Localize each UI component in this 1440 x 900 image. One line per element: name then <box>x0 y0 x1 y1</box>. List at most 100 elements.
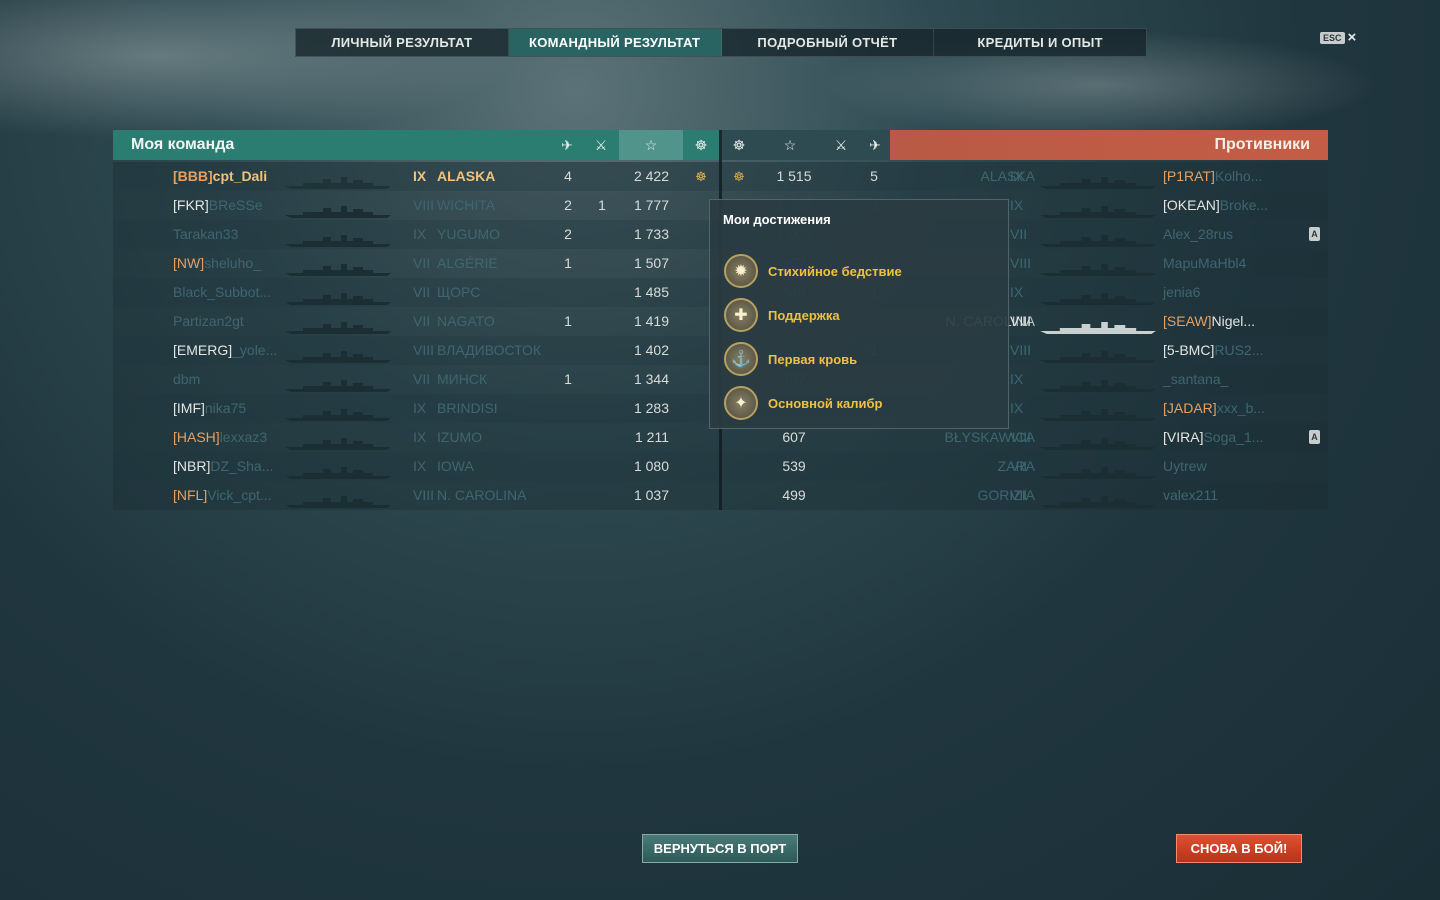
my-team-title: Моя команда <box>131 136 235 153</box>
battle-again-button[interactable]: СНОВА В БОЙ! <box>1176 834 1302 863</box>
planes-count <box>561 394 575 423</box>
kills-count <box>595 162 609 191</box>
enemy-team-title: Противники <box>1214 136 1311 153</box>
my-team-header: Моя команда ✈ ⚔ ☆ ☸ <box>113 130 719 160</box>
ship-tier: IX <box>413 429 427 445</box>
clan-tag: [5-BMC] <box>1163 342 1215 358</box>
player-name: [SEAW]Nigel... <box>1163 307 1255 336</box>
kills-count <box>595 336 609 365</box>
division-badge: A <box>1309 430 1320 444</box>
clan-tag: [NBR] <box>173 458 211 474</box>
tab-personal-result[interactable]: ЛИЧНЫЙ РЕЗУЛЬТАТ <box>296 29 509 56</box>
tab-detailed-report[interactable]: ПОДРОБНЫЙ ОТЧЁТ <box>722 29 935 56</box>
base-xp: 1 344 <box>633 371 669 387</box>
background-iceberg <box>0 0 520 140</box>
ship-tier: IX <box>413 168 427 184</box>
clan-tag: [SEAW] <box>1163 313 1212 329</box>
achievement-label: Поддержка <box>768 307 840 323</box>
first-blood-medal-icon: ⚓ <box>724 342 758 376</box>
plane-icon: ✈ <box>561 136 573 153</box>
ship-name: YUGUMO <box>437 226 500 242</box>
achievement-item: ⚓ Первая кровь <box>724 342 857 376</box>
player-name: MapuMaHbl4 <box>1163 249 1246 278</box>
medal-icon: ☸ <box>694 136 708 153</box>
ship-tier: IX <box>1010 284 1024 300</box>
nickname: dbm <box>173 371 201 387</box>
tab-team-result[interactable]: КОМАНДНЫЙ РЕЗУЛЬТАТ <box>508 29 722 56</box>
nickname: Tarakan33 <box>173 226 239 242</box>
medal-icon: ☸ <box>732 136 746 153</box>
planes-count: 2 <box>564 197 572 213</box>
player-name: [JADAR]xxx_b... <box>1163 394 1265 423</box>
clan-tag: [JADAR] <box>1163 400 1217 416</box>
ship-name: IZUMO <box>437 429 483 445</box>
achievement-item: ✚ Поддержка <box>724 298 840 332</box>
nickname: Kolho... <box>1214 168 1263 184</box>
return-to-port-button[interactable]: ВЕРНУТЬСЯ В ПОРТ <box>642 834 798 863</box>
ship-silhouette <box>283 286 393 305</box>
ship-silhouette <box>283 257 393 276</box>
nickname: lexxaz3 <box>219 429 268 445</box>
ship-silhouette <box>1038 489 1158 508</box>
nickname: _santana_ <box>1163 371 1229 387</box>
player-name: valex211 <box>1163 481 1218 510</box>
tab-credits-xp[interactable]: КРЕДИТЫ И ОПЫТ <box>934 29 1146 56</box>
ship-silhouette <box>1038 402 1158 421</box>
ship-silhouette <box>283 460 393 479</box>
player-name: [5-BMC]RUS2... <box>1163 336 1263 365</box>
ship-name: WICHITA <box>437 197 496 213</box>
clan-tag: [IMF] <box>173 400 205 416</box>
base-xp: 1 733 <box>633 226 669 242</box>
clan-tag: [HASH] <box>173 429 220 445</box>
base-xp: 1 211 <box>635 429 669 445</box>
base-xp: 1 402 <box>633 342 669 358</box>
ship-silhouette <box>283 315 393 334</box>
ship-tier: IX <box>413 400 427 416</box>
ship-tier: VIII <box>1010 255 1032 271</box>
planes-count <box>561 336 575 365</box>
nickname: sheluho_ <box>204 255 261 271</box>
ship-tier: IX <box>1010 400 1024 416</box>
close-button[interactable]: ESC × <box>1320 30 1356 45</box>
ship-tier: VII <box>413 255 431 271</box>
ship-name: ВЛАДИВОСТОК <box>437 342 542 358</box>
base-xp: 499 <box>782 487 806 503</box>
nickname: RUS2... <box>1214 342 1264 358</box>
base-xp: 1 515 <box>776 168 812 184</box>
nickname: xxx_b... <box>1216 400 1265 416</box>
ship-name: N. CAROLINA <box>437 487 527 503</box>
player-name: [FKR]BReSSe <box>173 191 262 220</box>
star-icon: ☆ <box>783 136 797 153</box>
ship-silhouette <box>283 228 393 247</box>
ship-name: BRINDISI <box>437 400 498 416</box>
kills-count <box>867 481 881 510</box>
ship-tier: IX <box>413 458 427 474</box>
nickname: MapuMaHbl4 <box>1163 255 1247 271</box>
ship-tier: VII <box>413 371 431 387</box>
nickname: BReSSe <box>208 197 263 213</box>
player-name: [NW]sheluho_ <box>173 249 261 278</box>
nickname: Soga_1... <box>1203 429 1264 445</box>
ship-tier: VIII <box>413 197 435 213</box>
ship-silhouette <box>283 489 393 508</box>
ship-silhouette <box>1038 228 1158 247</box>
ship-name: МИНСК <box>437 371 488 387</box>
achievements-popup: Мои достижения ✹ Стихийное бедствие ✚ По… <box>709 199 1009 429</box>
player-name: Alex_28rus <box>1163 220 1233 249</box>
ship-tier: VIII <box>413 342 435 358</box>
division-badge: A <box>1309 227 1320 241</box>
planes-count <box>561 481 575 510</box>
ship-silhouette <box>1038 286 1158 305</box>
nickname: Broke... <box>1219 197 1269 213</box>
ship-silhouette <box>1038 170 1158 189</box>
ship-silhouette <box>283 344 393 363</box>
clan-tag: [FKR] <box>173 197 209 213</box>
achievement-item: ✦ Основной калибр <box>724 386 882 420</box>
ship-tier: VII <box>1010 226 1028 242</box>
disaster-medal-icon: ✹ <box>724 254 758 288</box>
achievement-label: Стихийное бедствие <box>768 263 902 279</box>
crossed-swords-icon: ⚔ <box>594 136 608 153</box>
ship-tier: VII <box>1010 458 1028 474</box>
ship-silhouette <box>1038 431 1158 450</box>
ship-name: ALGÉRIE <box>437 255 498 271</box>
